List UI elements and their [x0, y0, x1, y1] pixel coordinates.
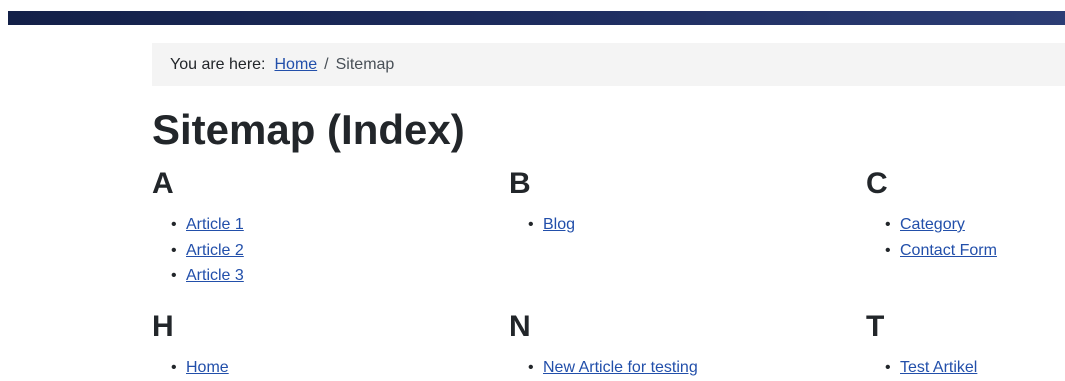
list-item: • Category	[885, 212, 997, 238]
sitemap-link[interactable]: Blog	[543, 216, 575, 233]
sitemap-link[interactable]: Article 1	[186, 216, 244, 233]
sitemap-link[interactable]: Article 2	[186, 242, 244, 259]
sitemap-group-h: H • Home	[152, 309, 452, 376]
group-list: • Test Artikel	[885, 355, 977, 381]
bullet-icon: •	[885, 216, 891, 233]
list-item: • New Article for testing	[528, 355, 698, 381]
bullet-icon: •	[171, 359, 177, 376]
sitemap-link[interactable]: Test Artikel	[900, 359, 977, 376]
sitemap-link[interactable]: New Article for testing	[543, 359, 698, 376]
bullet-icon: •	[171, 216, 177, 233]
header-bar	[8, 11, 1065, 25]
list-item: • Article 3	[171, 263, 244, 289]
group-list: • Article 1 • Article 2 • Article 3	[171, 212, 244, 289]
list-item: • Blog	[528, 212, 575, 238]
list-item: • Article 2	[171, 238, 244, 264]
sitemap-link[interactable]: Category	[900, 216, 965, 233]
sitemap-link[interactable]: Article 3	[186, 267, 244, 284]
group-letter: T	[866, 310, 885, 343]
breadcrumb: You are here: Home / Sitemap	[152, 43, 1065, 86]
breadcrumb-prefix: You are here:	[170, 55, 266, 73]
group-list: • Home	[171, 355, 229, 381]
bullet-icon: •	[171, 241, 177, 259]
list-item: • Contact Form	[885, 238, 997, 264]
bullet-icon: •	[885, 241, 891, 259]
sitemap-group-n: N • New Article for testing	[509, 309, 809, 376]
breadcrumb-current: Sitemap	[335, 55, 395, 73]
bullet-icon: •	[528, 216, 534, 233]
group-letter: H	[152, 310, 174, 343]
group-letter: A	[152, 167, 174, 200]
sitemap-group-t: T • Test Artikel	[866, 309, 1065, 376]
group-list: • New Article for testing	[528, 355, 698, 381]
sitemap-group-b: B • Blog	[509, 166, 809, 233]
breadcrumb-separator: /	[324, 55, 329, 73]
group-letter: C	[866, 167, 888, 200]
page-title: Sitemap (Index)	[152, 106, 465, 153]
sitemap-group-a: A • Article 1 • Article 2 • Article 3	[152, 166, 452, 284]
bullet-icon: •	[885, 359, 891, 376]
group-letter: B	[509, 167, 531, 200]
sitemap-group-c: C • Category • Contact Form	[866, 166, 1065, 259]
group-list: • Blog	[528, 212, 575, 238]
breadcrumb-home-link[interactable]: Home	[274, 56, 317, 74]
list-item: • Article 1	[171, 212, 244, 238]
sitemap-link[interactable]: Home	[186, 359, 229, 376]
list-item: • Test Artikel	[885, 355, 977, 381]
group-letter: N	[509, 310, 531, 343]
bullet-icon: •	[171, 267, 177, 284]
sitemap-link[interactable]: Contact Form	[900, 242, 997, 259]
list-item: • Home	[171, 355, 229, 381]
group-list: • Category • Contact Form	[885, 212, 997, 263]
bullet-icon: •	[528, 359, 534, 376]
